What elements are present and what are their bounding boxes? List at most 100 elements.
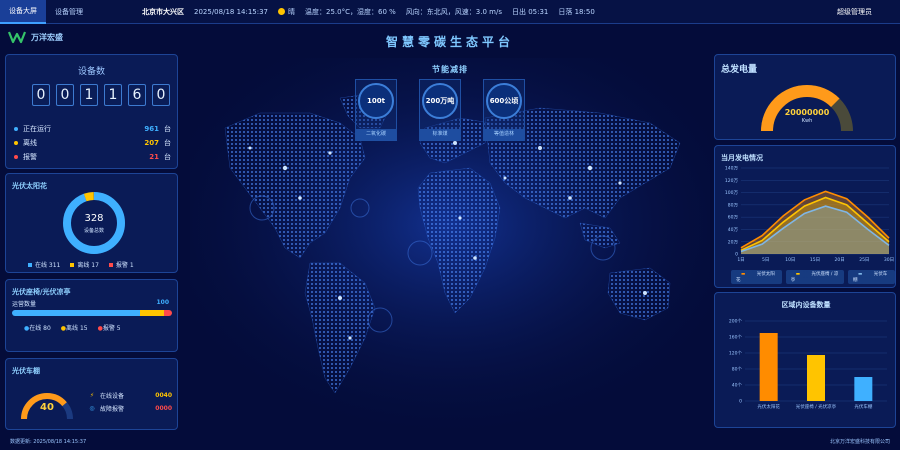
pv-shed-list: ⚡ 在线设备 0040 ◎ 故障报警 0000	[88, 389, 172, 415]
y-tick-label: 80万	[728, 202, 739, 208]
status-dot	[14, 127, 18, 131]
pv-seat-total: 100	[156, 299, 169, 306]
pv-seat-legend: ●在线 80 ●离线 15 ●报警 5	[24, 323, 121, 332]
legend-shed: ▬ 光伏车棚	[848, 270, 895, 284]
pv-sunflower-title: 光伏太阳花	[12, 182, 47, 190]
monthly-legend: ▬ 光伏太阳花 ▬ 光伏座椅 / 凉亭 ▬ 光伏车棚	[731, 270, 895, 284]
y-tick-label: 140万	[725, 166, 739, 172]
region-devices-panel: 区域内设备数量 0 40个 80个 120个 160个 200个 光伏太阳花 光伏座椅 / 光…	[714, 292, 896, 428]
status-unit: 台	[164, 139, 171, 147]
status-row-alarm: 报警 21 台	[14, 150, 172, 164]
energy-label: 等值造林	[483, 129, 525, 140]
digit: 0	[32, 84, 50, 106]
energy-value: 600公顷	[486, 83, 522, 119]
sunrise: 日出 05:31	[511, 7, 549, 16]
pv-total-label: 设备总数	[83, 228, 104, 234]
energy-item-co2: 100t 二氧化碳	[355, 79, 397, 141]
digit: 0	[56, 84, 74, 106]
x-tick-label: 光伏座椅 / 光伏凉亭	[796, 403, 837, 410]
region-bar-chart: 0 40个 80个 120个 160个 200个光伏太阳花 光伏座椅 / 光伏凉亭 光伏车棚	[729, 319, 887, 410]
status-label: 离线	[23, 139, 37, 147]
total-power-title: 总发电量	[721, 65, 758, 75]
legend-alarm: 报警 1	[108, 260, 134, 269]
x-tick-label: 光伏太阳花	[757, 403, 780, 410]
sun-icon	[278, 8, 286, 15]
y-tick-label: 120万	[725, 178, 739, 184]
energy-item-forest: 600公顷 等值造林	[483, 79, 525, 141]
energy-value: 200万吨	[422, 83, 458, 119]
legend-sunflower: ▬ 光伏太阳花	[731, 270, 782, 284]
y-tick-label: 40万	[728, 227, 739, 233]
weather-bar: 2025/08/18 14:15:37 晴 温度：25.0°C，湿度：60 % …	[194, 7, 595, 17]
footer: 数据更新: 2025/08/18 14:15:37 北京万洋宏盛科技有限公司	[0, 433, 900, 450]
device-count-panel: 设备数 0 0 1 1 6 0 正在运行 961 台 离线 207 台 报警 2…	[5, 54, 178, 169]
sunset: 日落 18:50	[558, 7, 595, 16]
y-tick-label: 100万	[725, 190, 739, 196]
energy-item-coal: 200万吨 标准煤	[419, 79, 461, 141]
x-tick-label: 20日	[835, 257, 845, 263]
shed-alarm-value: 0000	[155, 405, 172, 412]
pv-donut: 328 设备总数	[61, 190, 127, 256]
pv-total: 328	[84, 213, 104, 224]
total-power-unit: Kwh	[801, 118, 813, 124]
status-row-running: 正在运行 961 台	[14, 122, 172, 136]
pv-seat-bar-label: 运营数量	[12, 301, 37, 308]
status-unit: 台	[164, 153, 171, 161]
pv-seat-panel: 光伏座椅/光伏凉亭 运营数量 100 ●在线 80 ●离线 15 ●报警 5	[5, 279, 178, 352]
wind: 风向：东北风，风速：3.0 m/s	[405, 7, 502, 16]
temp-humidity: 温度：25.0°C，湿度：60 %	[305, 7, 396, 16]
x-tick-label: 25日	[859, 257, 869, 263]
tab-device-screen[interactable]: 设备大屏	[0, 0, 46, 24]
weather: 晴	[278, 7, 295, 17]
bar	[759, 333, 778, 401]
status-dot	[14, 141, 18, 145]
shed-row-online: ⚡ 在线设备 0040	[89, 392, 172, 400]
status-value: 961	[144, 125, 159, 133]
pv-shed-gauge-value: 40	[40, 402, 54, 413]
y-tick-label: 0	[735, 252, 738, 258]
user-menu[interactable]: 超级管理员	[837, 7, 872, 17]
status-value: 207	[144, 139, 159, 147]
status-row-offline: 离线 207 台	[14, 136, 172, 150]
location-label: 北京市大兴区	[142, 7, 184, 16]
shed-row-alarm: ◎ 故障报警 0000	[89, 405, 172, 413]
pv-shed-panel: 光伏车棚 40 ⚡ 在线设备 0040 ◎ 故障报警 0000	[5, 358, 178, 430]
pv-seat-title: 光伏座椅/光伏凉亭	[12, 288, 71, 296]
stack-offline	[140, 310, 164, 316]
y-tick-label: 160个	[729, 335, 743, 341]
energy-label: 二氧化碳	[355, 129, 397, 140]
pv-seat-stack-bar	[12, 310, 172, 316]
x-tick-label: 1日	[737, 257, 744, 263]
y-tick-label: 60万	[728, 215, 739, 221]
y-tick-label: 20万	[728, 239, 739, 245]
legend-alarm: ●报警 5	[97, 325, 121, 332]
tab-device-management[interactable]: 设备管理	[46, 0, 92, 24]
lightning-icon: ⚡	[89, 392, 95, 399]
x-tick-label: 15日	[810, 257, 820, 263]
status-value: 21	[149, 153, 159, 161]
datetime: 2025/08/18 14:15:37	[194, 7, 269, 16]
series-area	[741, 206, 889, 254]
status-label: 正在运行	[23, 125, 51, 133]
total-power-gauge	[761, 85, 853, 132]
status-label: 报警	[23, 153, 37, 161]
x-tick-label: 5日	[762, 257, 769, 263]
device-count-digits: 0 0 1 1 6 0	[32, 84, 170, 106]
bar	[807, 355, 825, 401]
update-time: 数据更新: 2025/08/18 14:15:37	[10, 439, 87, 445]
top-bar: 设备大屏 设备管理 北京市大兴区 2025/08/18 14:15:37 晴 温…	[0, 0, 900, 24]
monthly-generation-panel: 当月发电情况 0 20万 40万 60万 80万 100万 120万 140万 1日 5日 10日 1…	[714, 145, 896, 288]
digit: 1	[104, 84, 122, 106]
digit: 6	[128, 84, 146, 106]
legend-online: 在线 311	[28, 260, 60, 269]
x-tick-label: 光伏车棚	[854, 403, 872, 410]
device-status-list: 正在运行 961 台 离线 207 台 报警 21 台	[14, 122, 172, 164]
status-dot	[14, 155, 18, 159]
company-name: 北京万洋宏盛科技有限公司	[829, 439, 890, 445]
y-tick-label: 120个	[729, 351, 743, 357]
status-unit: 台	[164, 125, 171, 133]
legend-seat: ▬ 光伏座椅 / 凉亭	[785, 270, 845, 284]
stack-alarm	[164, 310, 172, 316]
y-tick-label: 40个	[732, 383, 743, 389]
energy-value: 100t	[358, 83, 394, 119]
